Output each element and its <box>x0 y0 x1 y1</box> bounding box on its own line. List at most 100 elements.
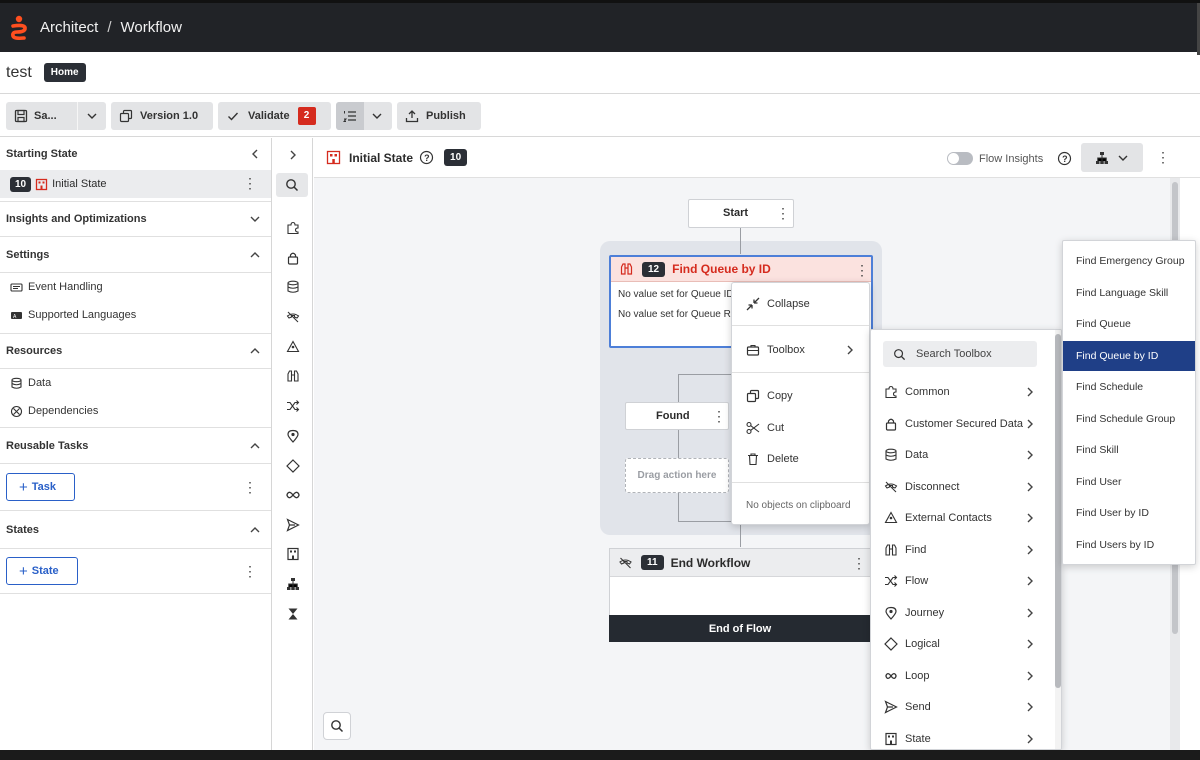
toolbox-item-external-contacts[interactable]: External Contacts <box>871 506 1051 530</box>
rail-search-button[interactable] <box>276 173 308 197</box>
language-icon: A <box>11 311 22 320</box>
states-header[interactable]: States <box>0 511 271 548</box>
cut-menu-item[interactable]: Cut <box>732 415 869 441</box>
expand-rail-button[interactable] <box>272 143 313 167</box>
find-queue-node-menu[interactable]: ⋮ <box>855 263 869 277</box>
find-item-find-skill[interactable]: Find Skill <box>1063 435 1195 465</box>
rail-wait-button[interactable] <box>272 602 313 626</box>
found-path-node[interactable]: Found ⋮ <box>625 402 729 430</box>
starting-state-title: Starting State <box>6 148 78 160</box>
delete-menu-item[interactable]: Delete <box>732 446 869 472</box>
add-task-button[interactable]: + Task <box>6 473 75 501</box>
toolbox-item-logical[interactable]: Logical <box>871 632 1051 656</box>
rail-loop-button[interactable] <box>272 483 313 507</box>
rail-send-button[interactable] <box>272 513 313 537</box>
resources-header[interactable]: Resources <box>0 334 271 368</box>
rail-logical-button[interactable] <box>272 454 313 478</box>
dependencies-item[interactable]: Dependencies <box>0 397 271 425</box>
start-node-menu[interactable]: ⋮ <box>776 206 790 220</box>
breadcrumb-architect[interactable]: Architect <box>40 19 98 36</box>
rail-task-button[interactable] <box>272 572 313 596</box>
toolbox-item-send[interactable]: Send <box>871 695 1051 719</box>
find-item-find-schedule[interactable]: Find Schedule <box>1063 372 1195 402</box>
help-icon[interactable]: ? <box>1057 151 1072 166</box>
rail-data-button[interactable] <box>272 275 313 299</box>
list-view-options-button[interactable] <box>364 102 390 130</box>
tasks-more-menu[interactable]: ⋮ <box>243 480 257 494</box>
toolbox-item-loop[interactable]: Loop <box>871 664 1051 688</box>
lock-icon <box>287 252 298 265</box>
save-button[interactable]: Sa... <box>6 102 77 130</box>
collapse-menu-item[interactable]: Collapse <box>732 291 869 317</box>
find-item-find-user[interactable]: Find User <box>1063 467 1195 497</box>
toolbox-item-label: Logical <box>905 638 940 650</box>
toolbox-scroll-thumb[interactable] <box>1055 334 1061 688</box>
event-handling-item[interactable]: Event Handling <box>0 273 271 301</box>
find-queue-node-header: 12 Find Queue by ID ⋮ <box>611 257 871 282</box>
rail-disconnect-button[interactable] <box>272 305 313 329</box>
toolbox-item-disconnect[interactable]: Disconnect <box>871 475 1051 499</box>
rail-common-button[interactable] <box>272 216 313 240</box>
start-node[interactable]: Start ⋮ <box>688 199 794 228</box>
end-workflow-node[interactable]: 11 End Workflow ⋮ End of Flow <box>609 548 871 642</box>
toolbox-scrollbar[interactable] <box>1055 330 1061 749</box>
toolbox-item-data[interactable]: Data <box>871 443 1051 467</box>
data-item[interactable]: Data <box>0 369 271 397</box>
breadcrumb-workflow[interactable]: Workflow <box>121 19 182 36</box>
flow-icon <box>885 575 898 587</box>
chevron-down-icon <box>87 113 97 119</box>
states-more-menu[interactable]: ⋮ <box>243 564 257 578</box>
rail-state-button[interactable] <box>272 542 313 566</box>
find-item-find-queue-by-id[interactable]: Find Queue by ID <box>1063 340 1195 371</box>
toolbox-item-customer-secured-data[interactable]: Customer Secured Data <box>871 412 1051 436</box>
external-contacts-icon <box>286 340 299 353</box>
state-icon <box>885 732 897 745</box>
starting-state-item[interactable]: 10 Initial State ⋮ <box>0 170 271 198</box>
toolbox-item-journey[interactable]: Journey <box>871 601 1051 625</box>
find-item-find-queue[interactable]: Find Queue <box>1063 309 1195 339</box>
rail-find-button[interactable] <box>272 364 313 388</box>
divider <box>0 593 271 594</box>
insights-header[interactable]: Insights and Optimizations <box>0 202 271 236</box>
toolbox-menu-item[interactable]: Toolbox <box>732 337 869 363</box>
find-item-find-schedule-group[interactable]: Find Schedule Group <box>1063 404 1195 434</box>
validate-button[interactable]: Validate 2 <box>218 101 331 130</box>
disconnect-icon <box>884 481 898 492</box>
flow-insights-toggle[interactable] <box>947 152 973 165</box>
layout-options-button[interactable] <box>1081 143 1143 172</box>
canvas-search-button[interactable] <box>323 712 351 740</box>
binoculars-icon <box>286 370 299 382</box>
found-path-menu[interactable]: ⋮ <box>712 409 726 423</box>
toolbox-item-state[interactable]: State <box>871 727 1051 750</box>
list-view-button[interactable] <box>336 101 364 130</box>
rail-external-contacts-button[interactable] <box>272 335 313 359</box>
rail-flow-button[interactable] <box>272 394 313 418</box>
chevron-left-icon[interactable] <box>249 148 261 160</box>
find-item-find-users-by-id[interactable]: Find Users by ID <box>1063 530 1195 560</box>
copy-menu-item[interactable]: Copy <box>732 383 869 409</box>
toolbox-search-field[interactable]: Search Toolbox <box>883 341 1037 367</box>
drop-zone[interactable]: Drag action here <box>625 458 729 493</box>
supported-languages-item[interactable]: A Supported Languages <box>0 301 271 329</box>
canvas-more-menu[interactable]: ⋮ <box>1156 150 1170 164</box>
settings-header[interactable]: Settings <box>0 237 271 272</box>
task-row: + Task ⋮ <box>0 464 271 510</box>
end-workflow-menu[interactable]: ⋮ <box>852 556 866 570</box>
toolbox-item-find[interactable]: Find <box>871 538 1051 562</box>
toolbox-item-common[interactable]: Common <box>871 380 1051 404</box>
starting-state-header[interactable]: Starting State <box>0 138 271 170</box>
version-button[interactable]: Version 1.0 <box>111 101 213 130</box>
menu-divider <box>732 325 869 326</box>
toolbox-item-flow[interactable]: Flow <box>871 569 1051 593</box>
publish-button[interactable]: Publish <box>397 101 481 130</box>
rail-secured-data-button[interactable] <box>272 246 313 270</box>
find-item-find-language-skill[interactable]: Find Language Skill <box>1063 278 1195 308</box>
find-item-find-emergency-group[interactable]: Find Emergency Group <box>1063 246 1195 276</box>
add-state-button[interactable]: + State <box>6 557 78 585</box>
rail-journey-button[interactable] <box>272 424 313 448</box>
help-icon[interactable]: ? <box>419 150 434 165</box>
find-item-find-user-by-id[interactable]: Find User by ID <box>1063 498 1195 528</box>
state-more-menu[interactable]: ⋮ <box>243 176 257 190</box>
reusable-tasks-header[interactable]: Reusable Tasks <box>0 428 271 463</box>
save-options-button[interactable] <box>78 102 106 130</box>
